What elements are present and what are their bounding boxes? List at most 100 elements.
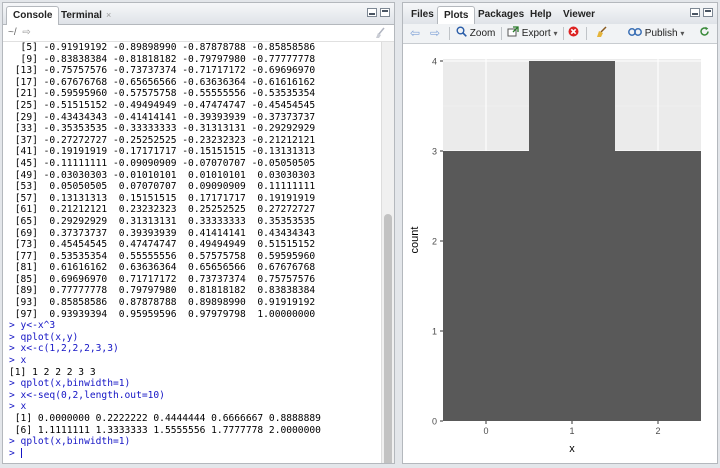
close-tab-icon[interactable]: ×	[106, 10, 111, 20]
x-axis-ticks: 0 1 2	[483, 421, 661, 436]
console-output-line: [29] -0.43434343 -0.41414141 -0.39393939…	[9, 111, 316, 123]
forward-arrow-icon[interactable]: ⇨	[430, 26, 440, 41]
path-label: ~/	[8, 27, 17, 38]
tab-help-label: Help	[530, 9, 552, 20]
zoom-button[interactable]: Zoom	[456, 26, 495, 41]
tab-files[interactable]: Files	[405, 6, 440, 24]
tab-console-label: Console	[13, 10, 53, 21]
export-label: Export	[521, 28, 551, 39]
working-directory-path: ~/ ⇨	[3, 25, 394, 42]
console-output-line: [13] -0.75757576 -0.73737374 -0.71717172…	[9, 65, 316, 77]
x-axis-label: x	[569, 443, 575, 455]
y-axis-ticks: 0 1 2 3 4	[432, 57, 443, 427]
console-command-line: > qplot(x,y)	[9, 331, 79, 343]
maximize-plots-button[interactable]	[703, 8, 713, 17]
clear-plots-button[interactable]	[595, 26, 608, 41]
scrollbar-thumb[interactable]	[384, 214, 392, 463]
publish-label: Publish	[644, 28, 678, 39]
console-output[interactable]: [5] -0.91919192 -0.89898990 -0.87878788 …	[3, 42, 382, 463]
console-output-line: [45] -0.11111111 -0.09090909 -0.07070707…	[9, 157, 316, 169]
tab-packages[interactable]: Packages	[472, 6, 530, 24]
tab-plots-label: Plots	[444, 10, 469, 21]
minimize-plots-button[interactable]	[690, 8, 700, 17]
tab-help[interactable]: Help	[524, 6, 558, 24]
clear-console-icon[interactable]	[374, 27, 386, 42]
export-icon	[507, 26, 519, 37]
publish-icon	[628, 28, 642, 36]
remove-plot-button[interactable]	[568, 26, 579, 41]
go-to-directory-icon[interactable]: ⇨	[22, 27, 30, 38]
y-tick-label: 4	[432, 57, 437, 67]
console-command-line: > x	[9, 355, 27, 367]
console-output-line: [9] -0.83838384 -0.81818182 -0.79797980 …	[9, 53, 316, 65]
console-output-line: [33] -0.35353535 -0.33333333 -0.31313131…	[9, 123, 316, 135]
console-scrollbar[interactable]	[381, 42, 394, 463]
y-tick-label: 0	[432, 417, 437, 427]
plot-viewport: 0 1 2 3 4 0 1 2 count x	[403, 44, 717, 463]
console-output-line: [81] 0.61616162 0.63636364 0.65656566 0.…	[9, 262, 316, 274]
console-output-line: [41] -0.19191919 -0.17171717 -0.15151515…	[9, 146, 316, 158]
export-button[interactable]: Export ▾	[507, 26, 557, 41]
console-output-line: [5] -0.91919192 -0.89898990 -0.87878788 …	[9, 42, 316, 53]
console-output-line: [69] 0.37373737 0.39393939 0.41414141 0.…	[9, 227, 316, 239]
tab-viewer-label: Viewer	[563, 9, 596, 20]
console-output-line: [73] 0.45454545 0.47474747 0.49494949 0.…	[9, 239, 316, 251]
console-output-line: [57] 0.13131313 0.15151515 0.17171717 0.…	[9, 192, 316, 204]
tab-packages-label: Packages	[478, 9, 525, 20]
histogram-chart: 0 1 2 3 4 0 1 2 count x	[409, 57, 701, 455]
text-cursor	[20, 447, 22, 458]
x-tick-label: 0	[483, 426, 488, 436]
console-output-line: [49] -0.03030303 -0.01010101 0.01010101 …	[9, 169, 316, 181]
console-output-line: [53] 0.05050505 0.07070707 0.09090909 0.…	[9, 181, 316, 193]
console-output-line: [77] 0.53535354 0.55555556 0.57575758 0.…	[9, 250, 316, 262]
console-command-line: > x	[9, 401, 27, 413]
histogram-bar	[615, 151, 701, 421]
publish-chevron-icon: ▾	[680, 29, 685, 38]
back-arrow-icon[interactable]: ⇦	[410, 26, 420, 41]
console-output-line: [65] 0.29292929 0.31313131 0.33333333 0.…	[9, 215, 316, 227]
console-command-line: > x<-c(1,2,2,2,3,3)	[9, 343, 119, 355]
console-output-line: [25] -0.51515152 -0.49494949 -0.47474747…	[9, 99, 316, 111]
console-command-line: > qplot(x,binwidth=1)	[9, 378, 131, 390]
console-output-line: [1] 1 2 2 2 3 3	[9, 366, 96, 378]
zoom-icon	[456, 26, 467, 37]
chevron-down-icon: ▾	[553, 29, 558, 38]
console-command-line: > qplot(x,binwidth=1)	[9, 436, 131, 448]
console-output-line: [97] 0.93939394 0.95959596 0.97979798 1.…	[9, 308, 316, 320]
console-output-line: [21] -0.59595960 -0.57575758 -0.55555556…	[9, 88, 316, 100]
console-output-line: [85] 0.69696970 0.71717172 0.73737374 0.…	[9, 273, 316, 285]
plots-toolbar: ⇦ ⇨ Zoom Export ▾ Publish ▾	[403, 24, 717, 44]
console-tabbar: Console Terminal ×	[3, 3, 394, 25]
refresh-icon	[700, 26, 709, 36]
minimize-pane-button[interactable]	[367, 8, 377, 17]
y-tick-label: 2	[432, 237, 437, 247]
publish-button[interactable]: Publish ▾	[628, 26, 684, 41]
console-pane: Console Terminal × ~/ ⇨ [5] -0.91919192 -…	[2, 2, 395, 464]
console-output-line: [37] -0.27272727 -0.25252525 -0.23232323…	[9, 134, 316, 146]
x-tick-label: 1	[569, 426, 574, 436]
prompt-symbol: >	[9, 447, 21, 459]
refresh-plot-button[interactable]	[699, 26, 710, 41]
console-command-line: > x<-seq(0,2,length.out=10)	[9, 389, 165, 401]
maximize-pane-button[interactable]	[380, 8, 390, 17]
histogram-bar	[443, 151, 529, 421]
zoom-label: Zoom	[469, 28, 496, 39]
tab-plots[interactable]: Plots	[437, 6, 476, 25]
console-output-line: [61] 0.21212121 0.23232323 0.25252525 0.…	[9, 204, 316, 216]
tab-console[interactable]: Console	[6, 6, 60, 25]
y-axis-label: count	[409, 227, 421, 254]
plots-pane: Files Plots Packages Help Viewer ⇦ ⇨ Zoo…	[402, 2, 718, 464]
console-output-line: [6] 1.1111111 1.3333333 1.5555556 1.7777…	[9, 424, 321, 436]
broom-icon	[597, 26, 607, 37]
tab-terminal[interactable]: Terminal ×	[55, 6, 117, 24]
y-tick-label: 3	[432, 147, 437, 157]
tab-files-label: Files	[411, 9, 434, 20]
y-tick-label: 1	[432, 327, 437, 337]
console-prompt[interactable]: >	[9, 447, 376, 460]
console-output-line: [93] 0.85858586 0.87878788 0.89898990 0.…	[9, 297, 316, 309]
tab-terminal-label: Terminal	[61, 10, 102, 21]
remove-plot-icon	[568, 26, 579, 37]
tab-viewer[interactable]: Viewer	[557, 6, 601, 24]
x-tick-label: 2	[655, 426, 660, 436]
histogram-bar	[529, 61, 615, 421]
